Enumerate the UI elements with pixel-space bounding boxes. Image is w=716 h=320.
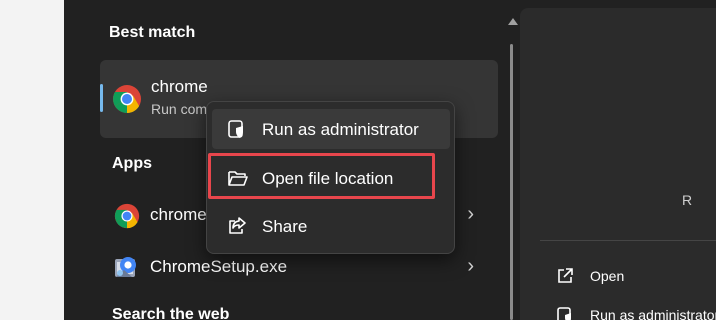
app-result-name: chrome: [150, 205, 207, 224]
preview-partial-text: R: [682, 192, 693, 208]
setup-installer-icon: [115, 257, 136, 277]
menu-item-run-as-administrator[interactable]: Run as administrator: [212, 109, 450, 149]
apps-heading: Apps: [112, 155, 152, 172]
menu-item-share[interactable]: Share: [212, 206, 450, 246]
chevron-right-icon[interactable]: ›: [467, 203, 474, 226]
preview-action-run-admin[interactable]: Run as administrator: [590, 307, 716, 320]
selection-accent-bar: [100, 84, 103, 112]
shield-admin-icon: [557, 307, 571, 320]
menu-item-label: Open file location: [262, 169, 394, 188]
menu-item-label: Run as administrator: [262, 120, 419, 139]
best-match-name: chrome: [151, 77, 208, 96]
best-match-heading: Best match: [109, 24, 196, 41]
chrome-logo-icon: [114, 203, 140, 229]
chevron-right-icon[interactable]: ›: [467, 255, 474, 278]
preview-divider: [540, 240, 716, 241]
results-scrollbar[interactable]: [506, 0, 518, 320]
desktop-background: [0, 0, 64, 320]
search-web-heading: Search the web: [112, 306, 230, 320]
context-menu: Run as administrator Open file location …: [206, 101, 455, 254]
folder-open-icon: [228, 171, 248, 186]
scrollbar-thumb[interactable]: [510, 44, 513, 320]
share-icon: [229, 217, 246, 234]
chrome-logo-icon: [113, 85, 141, 113]
scroll-up-arrow-icon[interactable]: [508, 18, 518, 25]
menu-item-open-file-location[interactable]: Open file location: [212, 158, 450, 198]
shield-admin-icon: [228, 120, 243, 138]
app-result-name: ChromeSetup.exe: [150, 257, 288, 276]
menu-item-label: Share: [262, 217, 308, 236]
open-external-icon: [558, 268, 573, 283]
preview-action-open[interactable]: Open: [590, 268, 624, 284]
preview-pane: R Open Run as administrator: [520, 8, 716, 320]
